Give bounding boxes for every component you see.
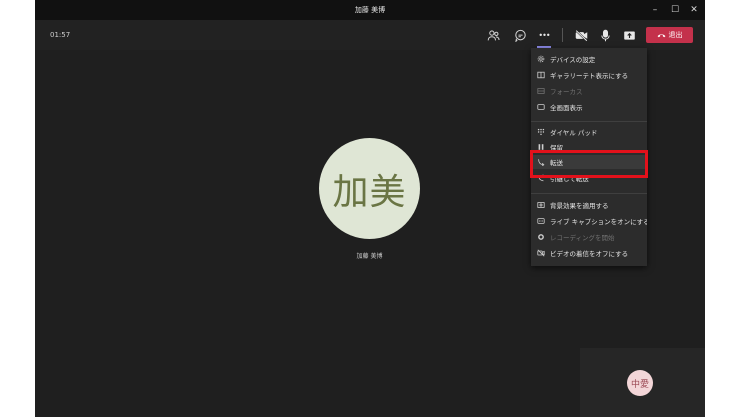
self-view-tile: 中愛: [580, 348, 705, 417]
menu-item-background-effects[interactable]: 背景効果を適用する: [531, 198, 647, 212]
minimize-button[interactable]: –: [647, 0, 663, 20]
menu-item-label: ギャラリーテト表示にする: [550, 72, 629, 80]
menu-item-label: ダイヤル パッド: [550, 129, 598, 137]
participants-button[interactable]: [484, 26, 502, 44]
background-icon: [537, 202, 545, 208]
menu-divider: [531, 193, 647, 194]
menu-divider: [531, 121, 647, 122]
call-toolbar: 01:57 ••• 退出: [35, 20, 705, 50]
chat-icon: [514, 29, 526, 42]
transfer-highlight-box: [530, 150, 648, 178]
menu-item-label: ライブ キャプションをオンにする: [550, 218, 647, 226]
gear-icon: [537, 55, 545, 63]
menu-item-label: デバイスの設定: [550, 56, 596, 64]
menu-item-gallery-view[interactable]: ギャラリーテト表示にする: [531, 68, 647, 82]
participant-name: 加藤 美博: [356, 253, 383, 260]
leave-button[interactable]: 退出: [646, 27, 693, 43]
camera-off-icon: [575, 29, 587, 41]
toolbar-divider: [562, 28, 563, 42]
menu-item-start-recording: レコーディングを開始: [531, 230, 647, 244]
menu-item-live-captions[interactable]: ライブ キャプションをオンにする: [531, 214, 647, 228]
video-off-icon: [537, 249, 545, 257]
chat-button[interactable]: [511, 26, 529, 44]
dialpad-icon: [537, 128, 545, 136]
menu-item-label: 背景効果を適用する: [550, 202, 609, 210]
microphone-icon: [600, 29, 610, 41]
record-icon: [538, 234, 544, 240]
leave-label: 退出: [668, 31, 683, 39]
title-bar: 加藤 美博 – ☐ ✕: [35, 0, 705, 20]
close-window-button[interactable]: ✕: [686, 0, 702, 20]
people-icon: [487, 29, 500, 40]
captions-icon: [537, 218, 545, 224]
call-timer: 01:57: [50, 31, 71, 39]
fullscreen-icon: [537, 104, 545, 110]
menu-item-label: レコーディングを開始: [550, 234, 615, 242]
menu-item-label: フォーカス: [550, 88, 583, 96]
teams-call-window: 加藤 美博 – ☐ ✕ 01:57 ••• 退出 加美 加藤 美博 中愛 デバイ…: [35, 0, 705, 417]
self-avatar: 中愛: [627, 370, 653, 396]
window-title: 加藤 美博: [354, 6, 386, 14]
menu-item-device-settings[interactable]: デバイスの設定: [531, 52, 647, 66]
focus-icon: [537, 88, 545, 94]
menu-item-label: ビデオの着信をオフにする: [550, 250, 629, 258]
menu-item-full-screen[interactable]: 全画面表示: [531, 100, 647, 114]
menu-item-focus: フォーカス: [531, 84, 647, 98]
maximize-button[interactable]: ☐: [667, 0, 683, 20]
menu-item-label: 全画面表示: [550, 104, 583, 112]
share-button[interactable]: [620, 26, 638, 44]
share-screen-icon: [623, 30, 635, 40]
participant-avatar: 加美: [319, 138, 420, 239]
menu-item-turn-off-incoming-video[interactable]: ビデオの着信をオフにする: [531, 246, 647, 260]
hang-up-icon: [657, 33, 665, 37]
microphone-button[interactable]: [596, 26, 614, 44]
camera-toggle-button[interactable]: [572, 26, 590, 44]
menu-item-dial-pad[interactable]: ダイヤル パッド: [531, 125, 647, 139]
more-actions-button[interactable]: •••: [535, 26, 553, 44]
gallery-icon: [537, 71, 545, 79]
